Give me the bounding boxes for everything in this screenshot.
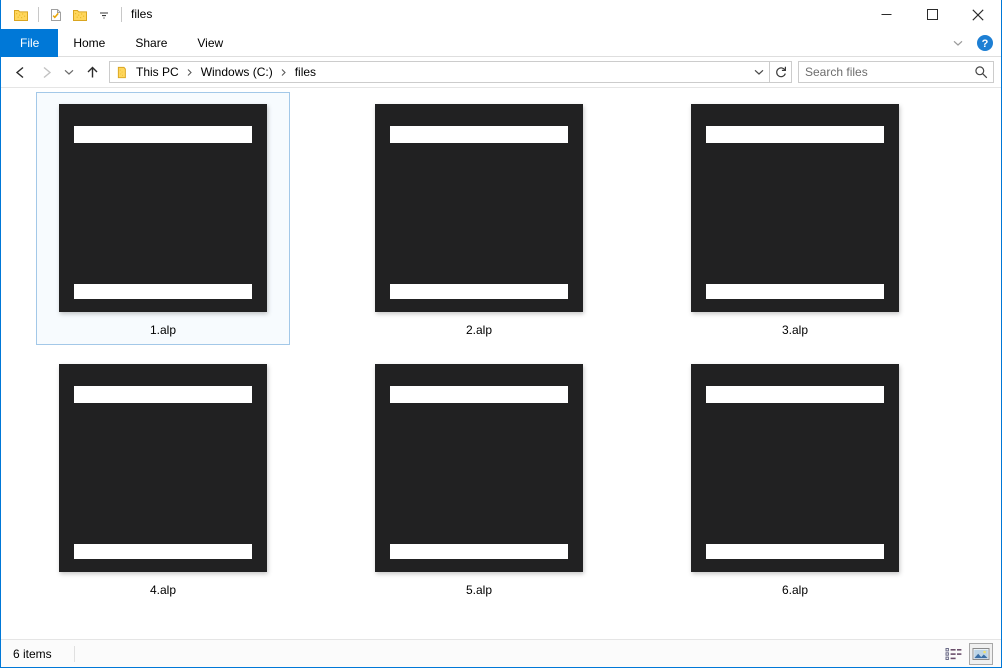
- file-item[interactable]: 4.alp: [36, 352, 290, 605]
- thumbnail-bottom-bar: [705, 543, 885, 559]
- help-icon[interactable]: ?: [973, 31, 997, 55]
- back-button[interactable]: [7, 60, 33, 84]
- file-name-label: 5.alp: [465, 583, 493, 597]
- customize-qat-dropdown-icon[interactable]: [93, 4, 115, 26]
- svg-text:?: ?: [982, 38, 989, 50]
- file-thumbnail: [375, 104, 583, 312]
- status-bar: 6 items: [1, 639, 1001, 667]
- new-folder-icon[interactable]: [69, 4, 91, 26]
- refresh-button[interactable]: [770, 61, 792, 83]
- file-item[interactable]: 2.alp: [352, 92, 606, 345]
- breadcrumb-chevron-icon[interactable]: [183, 68, 197, 77]
- file-thumbnail: [375, 364, 583, 572]
- details-view-button[interactable]: [942, 643, 966, 665]
- quick-access-separator-2: [121, 7, 122, 22]
- file-item[interactable]: 1.alp: [36, 92, 290, 345]
- file-thumbnail: [691, 104, 899, 312]
- folder-icon[interactable]: [10, 4, 32, 26]
- recent-locations-button[interactable]: [59, 60, 79, 84]
- status-divider: [73, 645, 75, 662]
- window-title: files: [131, 7, 153, 21]
- tab-file[interactable]: File: [1, 29, 59, 57]
- breadcrumb-item-files[interactable]: files: [291, 62, 320, 82]
- thumbnail-top-bar: [389, 126, 569, 144]
- file-grid: 1.alp 2.alp 3.alp 4.alp 5.alp 6.alp: [1, 88, 1001, 612]
- thumbnail-image: [59, 364, 267, 572]
- thumbnail-image: [375, 104, 583, 312]
- file-name-label: 2.alp: [465, 323, 493, 337]
- file-name-label: 3.alp: [781, 323, 809, 337]
- thumbnail-image: [375, 364, 583, 572]
- quick-access-separator-1: [38, 7, 39, 22]
- file-item[interactable]: 3.alp: [668, 92, 922, 345]
- breadcrumb[interactable]: This PC Windows (C:) files: [109, 61, 770, 83]
- search-box[interactable]: [798, 61, 994, 83]
- thumbnail-bottom-bar: [73, 283, 253, 299]
- breadcrumb-inner: This PC Windows (C:) files: [110, 62, 749, 82]
- file-name-label: 4.alp: [149, 583, 177, 597]
- file-thumbnail: [59, 364, 267, 572]
- thumbnail-top-bar: [389, 386, 569, 404]
- file-item[interactable]: 6.alp: [668, 352, 922, 605]
- thumbnail-top-bar: [73, 126, 253, 144]
- large-icons-view-button[interactable]: [969, 643, 993, 665]
- file-name-label: 6.alp: [781, 583, 809, 597]
- thumbnail-bottom-bar: [73, 543, 253, 559]
- close-button[interactable]: [955, 0, 1001, 29]
- chevron-down-icon[interactable]: [945, 31, 971, 55]
- item-count-label: 6 items: [13, 646, 52, 661]
- thumbnail-top-bar: [705, 126, 885, 144]
- ribbon-tab-bar: File Home Share View ?: [1, 29, 1001, 57]
- file-thumbnail: [59, 104, 267, 312]
- address-dropdown-icon[interactable]: [749, 62, 769, 82]
- file-item[interactable]: 5.alp: [352, 352, 606, 605]
- quick-access-toolbar: files: [1, 0, 152, 29]
- search-input[interactable]: [799, 65, 969, 79]
- tab-share[interactable]: Share: [120, 29, 182, 57]
- up-button[interactable]: [79, 60, 105, 84]
- thumbnail-top-bar: [73, 386, 253, 404]
- ribbon-right-controls: ?: [945, 29, 997, 57]
- minimize-button[interactable]: [863, 0, 909, 29]
- file-list-area[interactable]: 1.alp 2.alp 3.alp 4.alp 5.alp 6.alp: [1, 87, 1001, 639]
- view-toggle-group: [942, 640, 993, 668]
- thumbnail-bottom-bar: [389, 283, 569, 299]
- address-bar: This PC Windows (C:) files: [1, 57, 1001, 87]
- tab-view[interactable]: View: [182, 29, 238, 57]
- breadcrumb-folder-icon: [114, 65, 132, 80]
- breadcrumb-item-windows-c[interactable]: Windows (C:): [197, 62, 277, 82]
- search-icon[interactable]: [969, 65, 993, 79]
- breadcrumb-item-this-pc[interactable]: This PC: [132, 62, 183, 82]
- file-thumbnail: [691, 364, 899, 572]
- maximize-button[interactable]: [909, 0, 955, 29]
- file-name-label: 1.alp: [149, 323, 177, 337]
- thumbnail-image: [691, 104, 899, 312]
- properties-icon[interactable]: [45, 4, 67, 26]
- breadcrumb-chevron-icon[interactable]: [277, 68, 291, 77]
- thumbnail-top-bar: [705, 386, 885, 404]
- file-explorer-window: files File Home Share View ? This PC Win…: [0, 0, 1002, 668]
- thumbnail-bottom-bar: [705, 283, 885, 299]
- tab-home[interactable]: Home: [58, 29, 120, 57]
- thumbnail-image: [59, 104, 267, 312]
- thumbnail-image: [691, 364, 899, 572]
- window-controls: [863, 0, 1001, 29]
- thumbnail-bottom-bar: [389, 543, 569, 559]
- title-bar: files: [1, 0, 1001, 29]
- forward-button[interactable]: [33, 60, 59, 84]
